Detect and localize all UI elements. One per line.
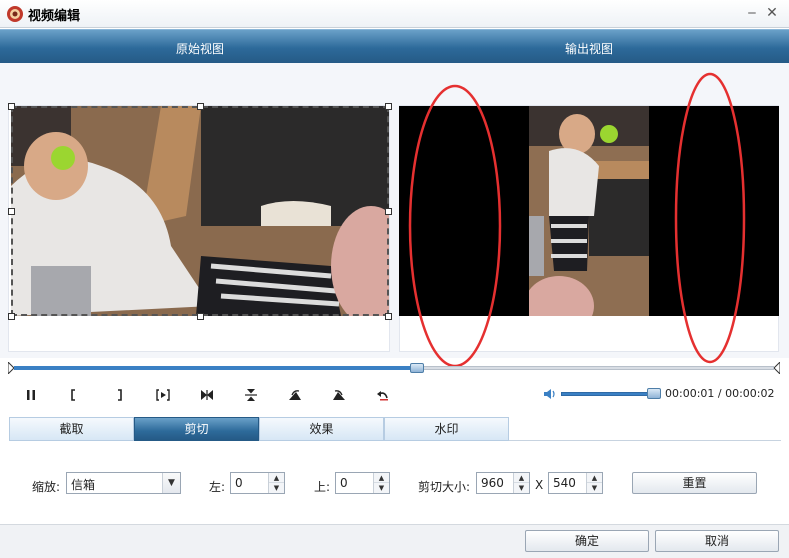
- tab-capture[interactable]: 截取: [9, 417, 134, 441]
- zoom-select[interactable]: 信箱 ▼: [66, 472, 181, 494]
- pause-button[interactable]: [20, 386, 42, 404]
- seek-thumb[interactable]: [410, 363, 424, 373]
- zoom-value: 信箱: [71, 478, 96, 492]
- prev-next-button[interactable]: [196, 386, 218, 404]
- crop-handle-top[interactable]: [197, 103, 204, 110]
- top-offset-spinner[interactable]: 0 ▲ ▼: [335, 472, 390, 494]
- undo-icon: [377, 391, 388, 401]
- minimize-button[interactable]: ‒: [742, 4, 762, 22]
- edit-tabs: 截取 剪切 效果 水印: [9, 417, 781, 441]
- close-button[interactable]: ✕: [762, 4, 782, 22]
- rotate-left-button[interactable]: [284, 386, 306, 404]
- crop-handle-bottom[interactable]: [197, 313, 204, 320]
- spin-down-icon[interactable]: ▼: [269, 483, 284, 493]
- undo-button[interactable]: [372, 386, 394, 404]
- time-display: 00:00:01 / 00:00:02: [665, 387, 775, 400]
- spin-down-icon[interactable]: ▼: [374, 483, 389, 493]
- crop-size-label: 剪切大小:: [418, 480, 471, 494]
- spin-up-icon[interactable]: ▲: [514, 473, 529, 483]
- flip-vertical-icon: [245, 389, 257, 401]
- output-video-image: [529, 106, 649, 316]
- crop-handle-left[interactable]: [8, 208, 15, 215]
- crop-width-spinner[interactable]: 960 ▲ ▼: [476, 472, 530, 494]
- pause-icon: [27, 390, 35, 400]
- output-view-label: 输出视图: [565, 42, 614, 56]
- dialog-footer: 确定 取消: [0, 524, 789, 558]
- top-label: 上:: [314, 480, 331, 494]
- seek-bar[interactable]: [8, 362, 780, 374]
- tab-effects[interactable]: 效果: [259, 417, 384, 441]
- volume-thumb[interactable]: [647, 388, 661, 399]
- left-label: 左:: [209, 480, 226, 494]
- playback-controls: 00:00:01 / 00:00:02: [0, 380, 789, 410]
- chevron-down-icon[interactable]: ▼: [162, 473, 180, 493]
- view-header: 原始视图 输出视图: [0, 29, 789, 63]
- zoom-label: 缩放:: [32, 480, 61, 494]
- window-title: 视频编辑: [28, 9, 81, 24]
- spin-down-icon[interactable]: ▼: [514, 483, 529, 493]
- crop-height-value: 540: [553, 476, 576, 490]
- spin-up-icon[interactable]: ▲: [587, 473, 602, 483]
- tab-crop[interactable]: 剪切: [134, 417, 259, 441]
- tab-watermark[interactable]: 水印: [384, 417, 509, 441]
- spin-up-icon[interactable]: ▲: [374, 473, 389, 483]
- crop-handle-top-left[interactable]: [8, 103, 15, 110]
- crop-height-spinner[interactable]: 540 ▲ ▼: [548, 472, 603, 494]
- output-video-frame: [399, 106, 779, 316]
- title-bar: 视频编辑 ‒ ✕: [0, 0, 789, 28]
- left-value: 0: [235, 476, 243, 490]
- crop-settings-panel: 缩放: 信箱 ▼ 左: 0 ▲ ▼ 上: 0 ▲ ▼ 剪切大小: 960 ▲ ▼ X …: [9, 441, 781, 521]
- volume-slider[interactable]: [561, 392, 657, 396]
- set-start-button[interactable]: [63, 386, 85, 404]
- play-selection-icon: [156, 389, 170, 401]
- original-video-frame[interactable]: [11, 106, 389, 316]
- seek-progress: [14, 366, 417, 370]
- end-marker-icon[interactable]: [774, 362, 780, 374]
- volume-icon[interactable]: [543, 387, 557, 401]
- play-selection-button[interactable]: [152, 386, 174, 404]
- crop-width-value: 960: [481, 476, 504, 490]
- crop-handle-top-right[interactable]: [385, 103, 392, 110]
- spin-up-icon[interactable]: ▲: [269, 473, 284, 483]
- prev-next-icon: [201, 390, 213, 400]
- app-logo-icon: [7, 6, 23, 22]
- output-video-content: [529, 106, 649, 316]
- set-end-icon: [118, 389, 122, 401]
- left-offset-spinner[interactable]: 0 ▲ ▼: [230, 472, 285, 494]
- original-view-label: 原始视图: [176, 42, 225, 56]
- crop-handle-right[interactable]: [385, 208, 392, 215]
- cancel-button[interactable]: 取消: [655, 530, 779, 552]
- rotate-right-icon: [333, 390, 345, 400]
- start-marker-icon[interactable]: [8, 362, 14, 374]
- crop-handle-bottom-left[interactable]: [8, 313, 15, 320]
- crop-handle-bottom-right[interactable]: [385, 313, 392, 320]
- times-label: X: [535, 478, 544, 492]
- spin-down-icon[interactable]: ▼: [587, 483, 602, 493]
- set-start-icon: [71, 389, 75, 401]
- rotate-left-icon: [289, 390, 301, 400]
- flip-vertical-button[interactable]: [240, 386, 262, 404]
- rotate-right-button[interactable]: [328, 386, 350, 404]
- set-end-button[interactable]: [108, 386, 130, 404]
- top-value: 0: [340, 476, 348, 490]
- ok-button[interactable]: 确定: [525, 530, 649, 552]
- reset-button[interactable]: 重置: [632, 472, 757, 494]
- original-video-image: [11, 106, 389, 316]
